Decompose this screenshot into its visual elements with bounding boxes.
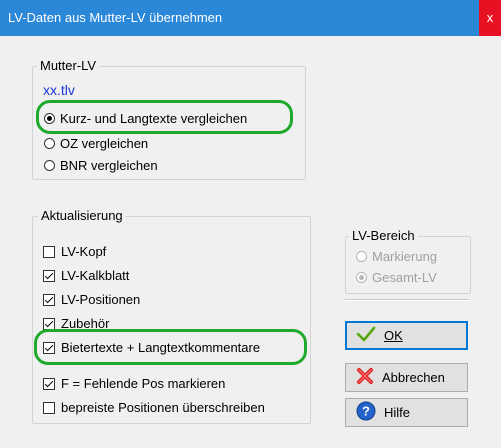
radio-label: BNR vergleichen xyxy=(60,158,158,173)
checkbox-label: LV-Kalkblatt xyxy=(61,268,130,283)
radio-bnr[interactable]: BNR vergleichen xyxy=(44,158,158,173)
help-label: Hilfe xyxy=(384,405,411,420)
checkbox[interactable] xyxy=(43,377,55,390)
lv-bereich-group xyxy=(345,236,471,294)
title-bar: LV-Daten aus Mutter-LV übernehmen x xyxy=(0,0,501,36)
red-x-icon xyxy=(356,367,374,388)
checkbox[interactable] xyxy=(43,269,55,282)
window-title: LV-Daten aus Mutter-LV übernehmen xyxy=(8,10,223,25)
help-button[interactable]: ? Hilfe xyxy=(345,398,468,427)
checkbox-lv-kalkblatt[interactable]: LV-Kalkblatt xyxy=(43,268,129,283)
checkbox[interactable] xyxy=(43,317,55,330)
radio-oz[interactable]: OZ vergleichen xyxy=(44,136,148,151)
svg-text:?: ? xyxy=(362,404,370,419)
checkbox[interactable] xyxy=(43,401,55,414)
ok-button[interactable]: OK xyxy=(345,321,468,350)
checkbox-label: LV-Kopf xyxy=(61,244,107,259)
checkmark-icon xyxy=(356,326,376,345)
radio-button[interactable] xyxy=(44,138,55,149)
radio-gesamt-lv[interactable]: Gesamt-LV xyxy=(356,270,437,285)
radio-button[interactable] xyxy=(356,251,367,262)
radio-label: Gesamt-LV xyxy=(372,270,437,285)
aktualisierung-legend: Aktualisierung xyxy=(38,208,126,223)
highlight-ring-kurz-langtexte xyxy=(36,100,293,134)
radio-button[interactable] xyxy=(356,272,367,283)
checkbox[interactable] xyxy=(43,245,55,258)
radio-label: OZ vergleichen xyxy=(60,136,149,151)
cancel-label: Abbrechen xyxy=(382,370,445,385)
ok-label: OK xyxy=(384,328,403,343)
checkbox[interactable] xyxy=(43,293,55,306)
checkbox-fehlende-pos[interactable]: F = Fehlende Pos markieren xyxy=(43,376,225,391)
separator xyxy=(345,299,469,301)
close-icon: x xyxy=(486,10,494,25)
radio-markierung[interactable]: Markierung xyxy=(356,249,437,264)
close-button[interactable]: x xyxy=(479,0,501,36)
radio-label: Markierung xyxy=(372,249,438,264)
cancel-button[interactable]: Abbrechen xyxy=(345,363,468,392)
question-icon: ? xyxy=(356,401,376,424)
lv-bereich-legend: LV-Bereich xyxy=(349,228,418,243)
checkbox-bepreiste-positionen[interactable]: bepreiste Positionen überschreiben xyxy=(43,400,265,415)
checkbox-label: F = Fehlende Pos markieren xyxy=(61,376,226,391)
checkbox-label: bepreiste Positionen überschreiben xyxy=(61,400,265,415)
mutter-lv-file: xx.tlv xyxy=(43,82,75,98)
highlight-ring-bietertexte xyxy=(34,329,307,365)
radio-button[interactable] xyxy=(44,160,55,171)
checkbox-lv-positionen[interactable]: LV-Positionen xyxy=(43,292,140,307)
checkbox-label: LV-Positionen xyxy=(61,292,141,307)
mutter-lv-legend: Mutter-LV xyxy=(37,58,100,73)
checkbox-lv-kopf[interactable]: LV-Kopf xyxy=(43,244,106,259)
